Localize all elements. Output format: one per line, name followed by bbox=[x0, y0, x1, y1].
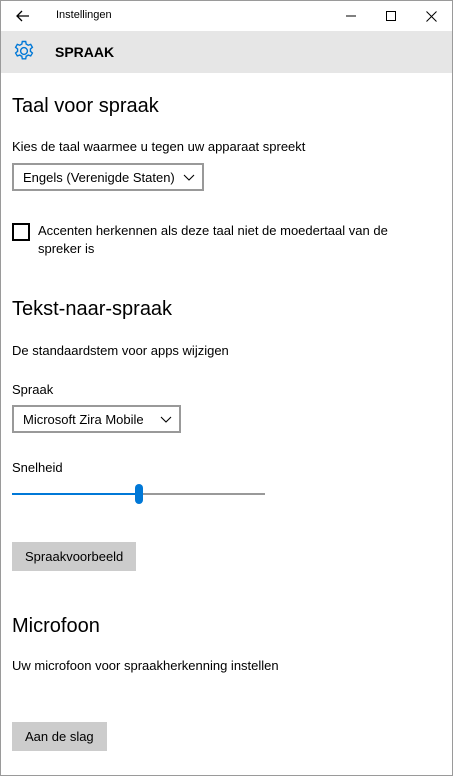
microphone-heading: Microfoon bbox=[12, 615, 100, 637]
arrow-left-icon bbox=[16, 10, 29, 22]
close-icon bbox=[425, 10, 437, 22]
close-button[interactable] bbox=[411, 1, 451, 31]
accent-checkbox-label: Accenten herkennen als deze taal niet de… bbox=[38, 223, 388, 256]
back-button[interactable] bbox=[9, 5, 37, 27]
language-dropdown-value: Engels (Verenigde Staten) bbox=[23, 169, 175, 185]
speech-language-heading: Taal voor spraak bbox=[12, 95, 159, 117]
voice-dropdown[interactable]: Microsoft Zira Mobile bbox=[12, 405, 181, 433]
speed-slider[interactable] bbox=[12, 482, 265, 506]
minimize-button[interactable] bbox=[331, 1, 371, 31]
minimize-icon bbox=[346, 15, 356, 17]
maximize-icon bbox=[386, 11, 396, 21]
get-started-button[interactable]: Aan de slag bbox=[12, 722, 107, 751]
microphone-description: Uw microfoon voor spraakherkenning inste… bbox=[12, 658, 279, 673]
chevron-down-icon bbox=[160, 416, 172, 423]
voice-dropdown-value: Microsoft Zira Mobile bbox=[23, 411, 144, 427]
speed-slider-fill bbox=[12, 493, 135, 495]
tts-description: De standaardstem voor apps wijzigen bbox=[12, 343, 229, 358]
speed-slider-thumb[interactable] bbox=[135, 484, 143, 504]
chevron-down-icon bbox=[183, 174, 195, 181]
language-dropdown[interactable]: Engels (Verenigde Staten) bbox=[12, 163, 204, 191]
maximize-button[interactable] bbox=[371, 1, 411, 31]
speech-language-description: Kies de taal waarmee u tegen uw apparaat… bbox=[12, 139, 306, 154]
speed-label: Snelheid bbox=[12, 460, 63, 475]
window-title: Instellingen bbox=[56, 9, 112, 21]
page-header: SPRAAK bbox=[1, 31, 452, 73]
page-title: SPRAAK bbox=[55, 44, 115, 60]
title-bar: Instellingen bbox=[1, 1, 452, 31]
gear-icon bbox=[14, 40, 34, 60]
voice-label: Spraak bbox=[12, 382, 54, 397]
settings-window: Instellingen SPRAAK Taal voor spraak Kie… bbox=[0, 0, 453, 776]
tts-heading: Tekst-naar-spraak bbox=[12, 298, 173, 320]
accent-checkbox[interactable] bbox=[12, 223, 30, 241]
speed-slider-track bbox=[143, 493, 265, 495]
speech-preview-button[interactable]: Spraakvoorbeeld bbox=[12, 542, 137, 571]
